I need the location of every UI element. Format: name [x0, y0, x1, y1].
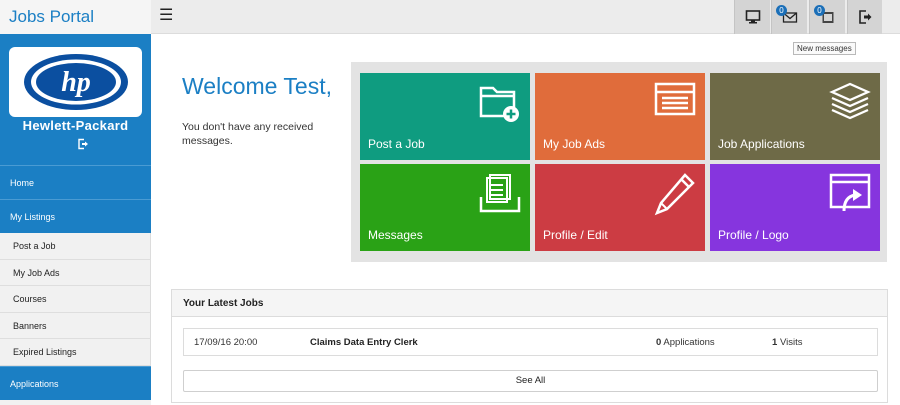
tile-label: My Job Ads [543, 137, 606, 151]
tooltip: New messages [793, 42, 856, 55]
list-icon [654, 82, 696, 116]
table-row[interactable]: 17/09/16 20:00 Claims Data Entry Clerk 0… [183, 328, 878, 356]
logout-button[interactable] [847, 0, 882, 34]
monitor-icon [745, 10, 760, 24]
job-title[interactable]: Claims Data Entry Clerk [310, 337, 418, 348]
tile-profile-logo[interactable]: Profile / Logo [710, 164, 880, 251]
sidebar-item-banners[interactable]: Banners [0, 312, 151, 339]
tile-post-a-job[interactable]: Post a Job [360, 73, 530, 160]
applications-button[interactable]: 0 [809, 0, 845, 34]
tile-job-applications[interactable]: Job Applications [710, 73, 880, 160]
sidebar-item-my-job-ads[interactable]: My Job Ads [0, 259, 151, 286]
welcome-heading: Welcome Test, [182, 73, 332, 99]
messages-button[interactable]: 0 [771, 0, 807, 34]
latest-jobs-panel: Your Latest Jobs 17/09/16 20:00 Claims D… [171, 289, 888, 403]
messages-badge: 0 [776, 5, 787, 16]
sidebar-item-my-listings[interactable]: My Listings [0, 199, 151, 233]
job-applications[interactable]: 0 Applications [656, 337, 715, 348]
sidebar-item-applications[interactable]: Applications [0, 365, 151, 400]
company-name: Hewlett-Packard [22, 118, 129, 133]
svg-text:hp: hp [61, 67, 91, 98]
sidebar: hp Hewlett-Packard Home My Listings Post a… [0, 34, 151, 405]
tile-label: Job Applications [718, 137, 805, 151]
logout-icon [859, 10, 872, 24]
sidebar-nav: Home My Listings Post a Job My Job Ads Cours… [0, 165, 151, 400]
tile-label: Profile / Logo [718, 228, 789, 242]
job-visits: 1 Visits [772, 337, 803, 348]
upload-window-icon [829, 173, 871, 212]
tile-profile-edit[interactable]: Profile / Edit [535, 164, 705, 251]
sidebar-item-courses[interactable]: Courses [0, 286, 151, 313]
folder-add-icon [479, 86, 519, 122]
tile-my-job-ads[interactable]: My Job Ads [535, 73, 705, 160]
menu-toggle-icon[interactable]: ☰ [159, 8, 173, 24]
app-title[interactable]: Jobs Portal [0, 0, 151, 34]
dashboard-tiles: Post a Job My Job Ads Job Applications M… [351, 62, 887, 262]
tile-label: Messages [368, 228, 423, 242]
sidebar-item-expired-listings[interactable]: Expired Listings [0, 339, 151, 366]
inbox-icon [479, 174, 521, 213]
tile-messages[interactable]: Messages [360, 164, 530, 251]
company-logo[interactable]: hp [9, 47, 142, 117]
company-profile: hp Hewlett-Packard [0, 34, 151, 165]
stack-icon [829, 82, 871, 120]
job-date: 17/09/16 20:00 [194, 337, 258, 348]
sidebar-item-post-a-job[interactable]: Post a Job [0, 233, 151, 260]
applications-badge: 0 [814, 5, 825, 16]
top-bar: Jobs Portal ☰ 0 0 [0, 0, 900, 34]
desktop-button[interactable] [734, 0, 770, 34]
see-all-button[interactable]: See All [183, 370, 878, 392]
pencil-icon [654, 173, 695, 216]
panel-title: Your Latest Jobs [172, 290, 887, 317]
tile-label: Post a Job [368, 137, 425, 151]
sidebar-item-home[interactable]: Home [0, 165, 151, 199]
logout-icon[interactable] [77, 138, 89, 150]
tile-label: Profile / Edit [543, 228, 608, 242]
no-messages-text: You don't have any received messages. [182, 121, 314, 147]
